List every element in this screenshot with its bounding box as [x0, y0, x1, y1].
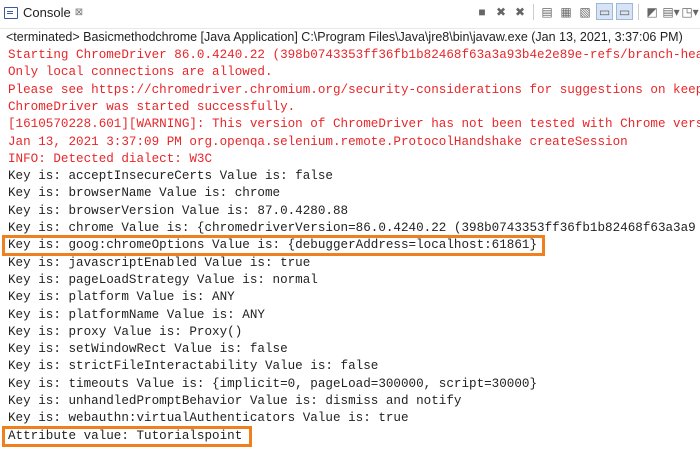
console-output-line: Key is: javascriptEnabled Value is: true: [8, 255, 311, 270]
new-console-icon[interactable]: ◳▾: [681, 4, 698, 20]
console-error-line: [1610570228.601][WARNING]: This version …: [8, 117, 700, 132]
terminate-icon[interactable]: ■: [474, 4, 490, 20]
console-error-line: ChromeDriver was started successfully.: [8, 99, 296, 114]
console-output-line: Key is: platformName Value is: ANY: [8, 307, 265, 322]
word-wrap-icon[interactable]: ▧: [577, 4, 593, 20]
console-output-line: Key is: proxy Value is: Proxy(): [8, 324, 243, 339]
console-view-header: Console ⊠ ■ ✖ ✖ ▤ ▦ ▧ ▭ ▭ ◩ ▤▾ ◳▾: [0, 0, 700, 29]
console-error-line: Jan 13, 2021 3:37:09 PM org.openqa.selen…: [8, 134, 628, 149]
console-icon: [4, 6, 18, 19]
highlight-box: [2, 235, 545, 257]
console-output-line: Key is: pageLoadStrategy Value is: norma…: [8, 272, 318, 287]
console-toolbar: ■ ✖ ✖ ▤ ▦ ▧ ▭ ▭ ◩ ▤▾ ◳▾: [474, 3, 699, 20]
show-stdout-icon[interactable]: ▭: [596, 3, 613, 20]
toolbar-divider: [638, 3, 639, 20]
console-output[interactable]: Starting ChromeDriver 86.0.4240.22 (398b…: [0, 46, 700, 450]
highlight-box: [2, 425, 252, 447]
console-output-line: Key is: strictFileInteractability Value …: [8, 359, 379, 374]
console-output-line: Key is: browserName Value is: chrome: [8, 186, 281, 201]
close-icon[interactable]: ⊠: [75, 7, 83, 18]
show-stderr-icon[interactable]: ▭: [616, 3, 633, 20]
console-output-line: Key is: browserVersion Value is: 87.0.42…: [8, 203, 349, 218]
launch-status: <terminated> Basicmethodchrome [Java App…: [6, 30, 683, 44]
scroll-lock-icon[interactable]: ▦: [558, 4, 574, 20]
console-output-line: Key is: acceptInsecureCerts Value is: fa…: [8, 169, 333, 184]
console-error-line: Please see https://chromedriver.chromium…: [8, 82, 700, 97]
console-error-line: Starting ChromeDriver 86.0.4240.22 (398b…: [8, 48, 700, 62]
remove-launch-icon[interactable]: ✖: [493, 4, 509, 20]
console-output-line: Key is: setWindowRect Value is: false: [8, 342, 288, 357]
tab-label: Console: [23, 5, 71, 20]
clear-console-icon[interactable]: ▤: [539, 4, 555, 20]
console-error-line: Only local connections are allowed.: [8, 65, 273, 80]
console-output-line: Key is: timeouts Value is: {implicit=0, …: [8, 376, 538, 391]
pin-console-icon[interactable]: ◩: [644, 4, 660, 20]
display-console-icon[interactable]: ▤▾: [662, 4, 679, 20]
tab-console[interactable]: Console ⊠: [4, 5, 83, 20]
console-output-line: Key is: platform Value is: ANY: [8, 290, 235, 305]
toolbar-divider: [533, 3, 534, 20]
console-error-line: INFO: Detected dialect: W3C: [8, 151, 213, 166]
remove-all-icon[interactable]: ✖: [512, 4, 528, 20]
console-output-line: Key is: unhandledPromptBehavior Value is…: [8, 394, 462, 408]
